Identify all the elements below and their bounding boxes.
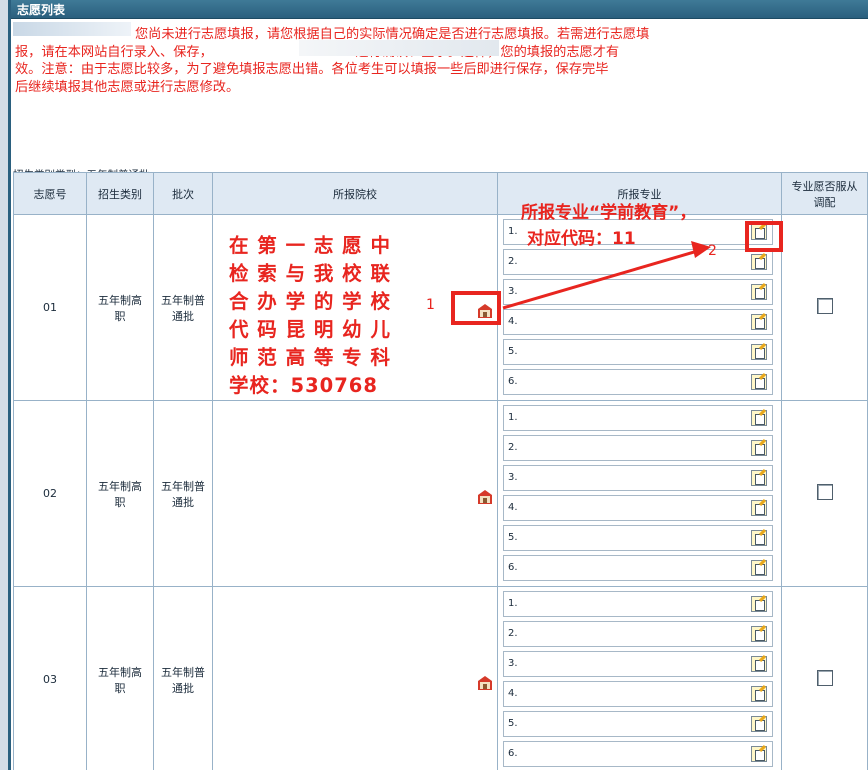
edit-icon[interactable] [751, 716, 767, 732]
header-no: 志愿号 [13, 172, 87, 215]
redacted-region [13, 22, 131, 36]
highlight-edit-icon-box [745, 221, 783, 252]
school-search-icon[interactable] [477, 489, 493, 505]
major-slot[interactable]: 4. [503, 495, 773, 521]
edit-icon[interactable] [751, 410, 767, 426]
major-slot[interactable]: 3. [503, 651, 773, 677]
row-category: 五年制高职 [86, 214, 154, 401]
edit-icon[interactable] [751, 530, 767, 546]
volunteer-list-panel: 志愿列表 您尚未进行志愿填报，请您根据自己的实际情况确定是否进行志愿填报。若需进… [8, 0, 868, 770]
row-batch: 五年制普通批 [153, 400, 213, 587]
header-batch: 批次 [153, 172, 213, 215]
edit-icon[interactable] [751, 344, 767, 360]
major-slot[interactable]: 2. [503, 435, 773, 461]
major-slot[interactable]: 2. [503, 249, 773, 275]
table-row: 02 五年制高职 五年制普通批 1. 2. 3. 4. 5. 6. [13, 400, 868, 587]
row-no: 01 [13, 214, 87, 401]
major-slot[interactable]: 6. [503, 741, 773, 767]
table-header-row: 志愿号 招生类别 批次 所报院校 所报专业 专业愿否服从调配 [13, 172, 868, 215]
redacted-region [299, 40, 499, 56]
row-batch: 五年制普通批 [153, 214, 213, 401]
major-slot[interactable]: 1. [503, 591, 773, 617]
major-slot[interactable]: 3. [503, 279, 773, 305]
adjust-cell [781, 586, 868, 770]
row-category: 五年制高职 [86, 586, 154, 770]
notice-text: 您尚未进行志愿填报，请您根据自己的实际情况确定是否进行志愿填报。若需进行志愿填 … [13, 22, 865, 142]
edit-icon[interactable] [751, 500, 767, 516]
edit-icon[interactable] [751, 656, 767, 672]
edit-icon[interactable] [751, 314, 767, 330]
header-school: 所报院校 [212, 172, 498, 215]
major-slot[interactable]: 1. [503, 405, 773, 431]
school-instruction-annotation: 在 第 一 志 愿 中 检 索 与 我 校 联 合 办 学 的 学 校 代 码 … [229, 234, 391, 397]
edit-icon[interactable] [751, 254, 767, 270]
adjust-checkbox[interactable] [816, 298, 833, 314]
major-slot[interactable]: 2. [503, 621, 773, 647]
notice-line-3: 效。注意：由于志愿比较多，为了避免填报志愿出错。各位考生可以填报一些后即进行保存… [15, 62, 609, 77]
adjust-checkbox[interactable] [816, 670, 833, 686]
major-slot[interactable]: 5. [503, 525, 773, 551]
major-cell: 1. 2. 3. 4. 5. 6. [497, 400, 782, 587]
table-row: 03 五年制高职 五年制普通批 1. 2. 3. 4. 5. 6. [13, 586, 868, 770]
volunteer-table: 志愿号 招生类别 批次 所报院校 所报专业 专业愿否服从调配 01 五年制高职 … [13, 172, 868, 770]
header-adjust: 专业愿否服从调配 [781, 172, 868, 215]
highlight-school-icon-box [451, 291, 501, 325]
row-category: 五年制高职 [86, 400, 154, 587]
adjust-cell [781, 400, 868, 587]
major-slot[interactable]: 6. [503, 555, 773, 581]
marker-2-label: 2 [708, 243, 717, 259]
major-instruction-annotation: 所报专业“学前教育”， 对应代码：11 [521, 203, 697, 249]
edit-icon[interactable] [751, 686, 767, 702]
major-slot[interactable]: 6. [503, 369, 773, 395]
adjust-cell [781, 214, 868, 401]
edit-icon[interactable] [751, 470, 767, 486]
notice-line-4: 后继续填报其他志愿或进行志愿修改。 [15, 79, 240, 95]
edit-icon[interactable] [751, 596, 767, 612]
edit-icon[interactable] [751, 284, 767, 300]
edit-icon[interactable] [751, 626, 767, 642]
row-no: 03 [13, 586, 87, 770]
school-search-icon[interactable] [477, 675, 493, 691]
major-slot[interactable]: 5. [503, 711, 773, 737]
major-slot[interactable]: 5. [503, 339, 773, 365]
edit-icon[interactable] [751, 560, 767, 576]
edit-icon[interactable] [751, 440, 767, 456]
header-category: 招生类别 [86, 172, 154, 215]
major-cell: 1. 2. 3. 4. 5. 6. [497, 586, 782, 770]
marker-1-label: 1 [426, 297, 435, 313]
major-slot[interactable]: 3. [503, 465, 773, 491]
major-slot[interactable]: 4. [503, 309, 773, 335]
adjust-checkbox[interactable] [816, 484, 833, 500]
school-cell [212, 400, 498, 587]
major-slot[interactable]: 4. [503, 681, 773, 707]
row-no: 02 [13, 400, 87, 587]
edit-icon[interactable] [751, 374, 767, 390]
panel-title: 志愿列表 [11, 0, 868, 19]
row-batch: 五年制普通批 [153, 586, 213, 770]
school-cell [212, 586, 498, 770]
table-row: 01 五年制高职 五年制普通批 1. 2. 3. 4. 5. 6. [13, 214, 868, 401]
edit-icon[interactable] [751, 746, 767, 762]
